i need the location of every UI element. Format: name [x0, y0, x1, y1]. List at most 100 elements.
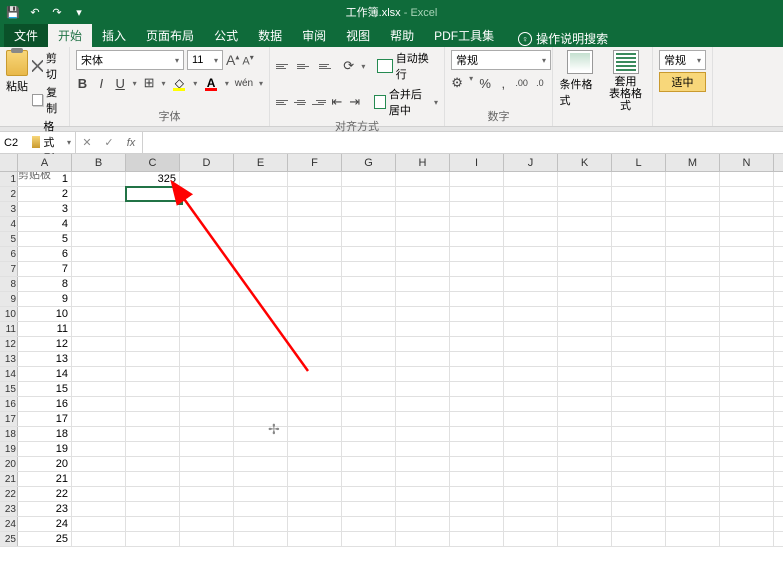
cell[interactable]	[450, 502, 504, 516]
cell[interactable]	[666, 322, 720, 336]
cell[interactable]	[180, 397, 234, 411]
cell[interactable]	[72, 532, 126, 546]
cell[interactable]	[72, 232, 126, 246]
accounting-format-button[interactable]: ⚙	[451, 74, 463, 92]
cell[interactable]	[342, 352, 396, 366]
cell[interactable]	[396, 442, 450, 456]
cell[interactable]	[180, 532, 234, 546]
cell[interactable]	[450, 382, 504, 396]
cell[interactable]: 10	[18, 307, 72, 321]
cell[interactable]	[234, 202, 288, 216]
cell[interactable]	[396, 397, 450, 411]
cell[interactable]	[288, 172, 342, 186]
cell[interactable]: 9	[18, 292, 72, 306]
cell[interactable]	[450, 412, 504, 426]
col-header-G[interactable]: G	[342, 154, 396, 171]
cell[interactable]	[504, 382, 558, 396]
align-bottom-button[interactable]	[319, 58, 336, 74]
cell[interactable]	[450, 427, 504, 441]
cell[interactable]	[450, 232, 504, 246]
cell[interactable]	[612, 232, 666, 246]
table-format-button[interactable]: 套用 表格格式	[606, 50, 646, 112]
fill-color-button[interactable]: ◇	[171, 74, 187, 92]
cell[interactable]	[666, 427, 720, 441]
cell[interactable]	[666, 472, 720, 486]
cell[interactable]	[666, 442, 720, 456]
align-left-button[interactable]	[276, 94, 290, 110]
cell[interactable]	[72, 262, 126, 276]
cell[interactable]	[180, 172, 234, 186]
cell[interactable]	[342, 532, 396, 546]
cell[interactable]	[666, 397, 720, 411]
cell[interactable]	[234, 442, 288, 456]
cell[interactable]	[180, 502, 234, 516]
number-format-combo[interactable]: 常规▾	[451, 50, 551, 70]
cell[interactable]	[288, 472, 342, 486]
cell[interactable]	[666, 307, 720, 321]
cell[interactable]: 3	[18, 202, 72, 216]
chevron-down-icon[interactable]: ▾	[259, 79, 263, 88]
cell[interactable]	[504, 352, 558, 366]
cell[interactable]	[342, 487, 396, 501]
cell[interactable]	[342, 457, 396, 471]
row-header[interactable]: 15	[0, 382, 18, 396]
cell[interactable]	[234, 397, 288, 411]
tab-layout[interactable]: 页面布局	[136, 23, 204, 47]
row-header[interactable]: 5	[0, 232, 18, 246]
cell[interactable]	[396, 247, 450, 261]
row-header[interactable]: 18	[0, 427, 18, 441]
cell[interactable]	[342, 382, 396, 396]
redo-icon[interactable]: ↷	[50, 5, 64, 19]
cell[interactable]	[720, 307, 774, 321]
undo-icon[interactable]: ↶	[28, 5, 42, 19]
cell[interactable]	[234, 247, 288, 261]
cell[interactable]	[558, 367, 612, 381]
cell[interactable]	[126, 262, 180, 276]
cell[interactable]	[504, 517, 558, 531]
tab-data[interactable]: 数据	[248, 23, 292, 47]
cell[interactable]	[558, 172, 612, 186]
cell[interactable]	[612, 532, 666, 546]
cell[interactable]	[396, 532, 450, 546]
cell[interactable]	[558, 502, 612, 516]
cell[interactable]	[612, 502, 666, 516]
row-header[interactable]: 21	[0, 472, 18, 486]
cell[interactable]	[558, 232, 612, 246]
tab-formulas[interactable]: 公式	[204, 23, 248, 47]
cell[interactable]	[558, 532, 612, 546]
col-header-I[interactable]: I	[450, 154, 504, 171]
cell[interactable]	[72, 427, 126, 441]
cell[interactable]	[288, 202, 342, 216]
cell[interactable]	[558, 217, 612, 231]
cell[interactable]	[126, 517, 180, 531]
cell[interactable]	[450, 277, 504, 291]
cell[interactable]	[288, 397, 342, 411]
cell[interactable]	[126, 472, 180, 486]
cell[interactable]: 16	[18, 397, 72, 411]
tell-me-search[interactable]: ♀ 操作说明搜索	[518, 30, 608, 47]
cell[interactable]	[504, 172, 558, 186]
cell[interactable]	[234, 487, 288, 501]
cell[interactable]	[558, 277, 612, 291]
cell[interactable]	[612, 337, 666, 351]
cell[interactable]: 1	[18, 172, 72, 186]
cell[interactable]	[126, 412, 180, 426]
cell[interactable]	[126, 532, 180, 546]
cell[interactable]	[504, 442, 558, 456]
cell[interactable]	[234, 307, 288, 321]
cell[interactable]	[666, 262, 720, 276]
cell[interactable]	[126, 337, 180, 351]
cell[interactable]	[180, 337, 234, 351]
cell[interactable]	[72, 442, 126, 456]
cell[interactable]: 17	[18, 412, 72, 426]
cell[interactable]: 13	[18, 352, 72, 366]
cell[interactable]: 6	[18, 247, 72, 261]
cell[interactable]	[396, 487, 450, 501]
cell[interactable]	[72, 322, 126, 336]
cell[interactable]	[288, 367, 342, 381]
cell[interactable]	[504, 337, 558, 351]
cell[interactable]	[504, 502, 558, 516]
chevron-down-icon[interactable]: ▾	[193, 79, 197, 88]
row-header[interactable]: 6	[0, 247, 18, 261]
cell[interactable]: 25	[18, 532, 72, 546]
